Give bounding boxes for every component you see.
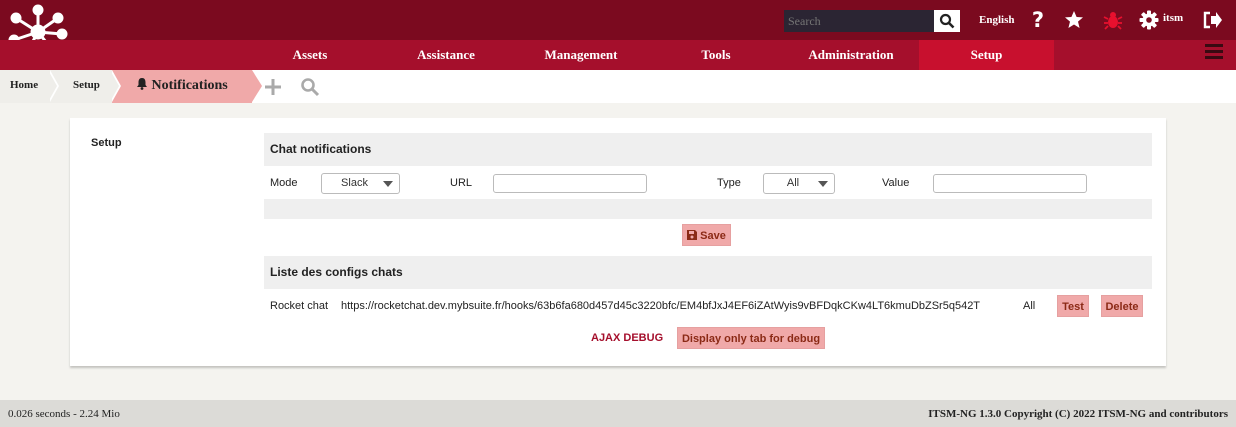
save-button[interactable]: Save bbox=[682, 224, 731, 246]
help-button[interactable]: ? bbox=[1027, 8, 1049, 32]
type-select-value: All bbox=[786, 177, 800, 189]
breadcrumb-setup-label: Setup bbox=[73, 79, 100, 91]
top-header: English ? i bbox=[0, 0, 1236, 60]
global-search-input[interactable] bbox=[784, 10, 934, 32]
footer-copyright[interactable]: ITSM-NG 1.3.0 Copyright (C) 2022 ITSM-NG… bbox=[928, 408, 1228, 420]
configs-list-header: Liste des configs chats bbox=[264, 256, 1152, 289]
config-name: Rocket chat bbox=[270, 300, 329, 312]
star-icon bbox=[1065, 11, 1083, 28]
footer-timing: 0.026 seconds - 2.24 Mio bbox=[8, 408, 120, 420]
gear-icon bbox=[1139, 10, 1159, 30]
breadcrumb-notifications[interactable]: Notifications bbox=[112, 70, 252, 103]
delete-button[interactable]: Delete bbox=[1101, 295, 1143, 317]
config-url: https://rocketchat.dev.mybsuite.fr/hooks… bbox=[341, 300, 981, 312]
value-label: Value bbox=[882, 177, 910, 189]
menu-setup[interactable]: Setup bbox=[919, 40, 1054, 70]
bell-icon bbox=[137, 78, 147, 90]
value-field[interactable] bbox=[933, 174, 1087, 193]
search-button[interactable] bbox=[934, 10, 960, 32]
add-icon[interactable] bbox=[263, 77, 283, 97]
question-mark-icon: ? bbox=[1031, 8, 1045, 32]
type-label: Type bbox=[717, 177, 741, 189]
chevron-down-icon bbox=[818, 181, 828, 187]
main-menu: Assets Assistance Management Tools Admin… bbox=[0, 40, 1236, 70]
type-select[interactable]: All bbox=[763, 173, 835, 194]
logout-button[interactable] bbox=[1201, 9, 1223, 31]
mode-label: Mode bbox=[270, 177, 298, 189]
menu-assets[interactable]: Assets bbox=[270, 40, 350, 70]
url-label: URL bbox=[450, 177, 473, 189]
display-only-debug-button[interactable]: Display only tab for debug bbox=[677, 327, 825, 349]
chevron-down-icon bbox=[383, 181, 393, 187]
menu-assistance[interactable]: Assistance bbox=[400, 40, 492, 70]
bug-icon bbox=[1103, 12, 1123, 30]
breadcrumb-separator bbox=[48, 70, 57, 102]
favorites-button[interactable] bbox=[1063, 9, 1085, 31]
settings-button[interactable] bbox=[1138, 9, 1160, 31]
breadcrumb-separator bbox=[252, 70, 262, 102]
url-field[interactable] bbox=[493, 174, 647, 193]
breadcrumb-separator bbox=[110, 70, 119, 102]
search-icon[interactable] bbox=[300, 77, 320, 97]
test-button[interactable]: Test bbox=[1057, 295, 1089, 317]
breadcrumb-current-label: Notifications bbox=[151, 78, 228, 93]
language-selector[interactable]: English bbox=[979, 14, 1014, 26]
debug-button[interactable] bbox=[1102, 9, 1124, 31]
breadcrumb: Home Setup Notifications bbox=[0, 70, 1236, 103]
save-button-label: Save bbox=[700, 230, 726, 242]
config-type: All bbox=[1023, 300, 1036, 312]
mode-select[interactable]: Slack bbox=[321, 173, 400, 194]
floppy-disk-icon bbox=[687, 230, 698, 240]
menu-management[interactable]: Management bbox=[530, 40, 632, 70]
hamburger-menu-icon[interactable] bbox=[1205, 44, 1223, 60]
mode-select-value: Slack bbox=[341, 177, 368, 189]
sidebar-setup-label[interactable]: Setup bbox=[91, 137, 122, 149]
chat-notifications-header: Chat notifications bbox=[264, 133, 1152, 166]
menu-tools[interactable]: Tools bbox=[690, 40, 742, 70]
ajax-debug-link[interactable]: AJAX DEBUG bbox=[591, 332, 663, 344]
form-spacer-row bbox=[264, 199, 1152, 219]
footer: 0.026 seconds - 2.24 Mio ITSM-NG 1.3.0 C… bbox=[0, 400, 1236, 427]
menu-administration[interactable]: Administration bbox=[790, 40, 912, 70]
search-icon bbox=[939, 13, 955, 29]
logout-icon bbox=[1203, 11, 1222, 29]
username-label[interactable]: itsm bbox=[1163, 12, 1183, 24]
